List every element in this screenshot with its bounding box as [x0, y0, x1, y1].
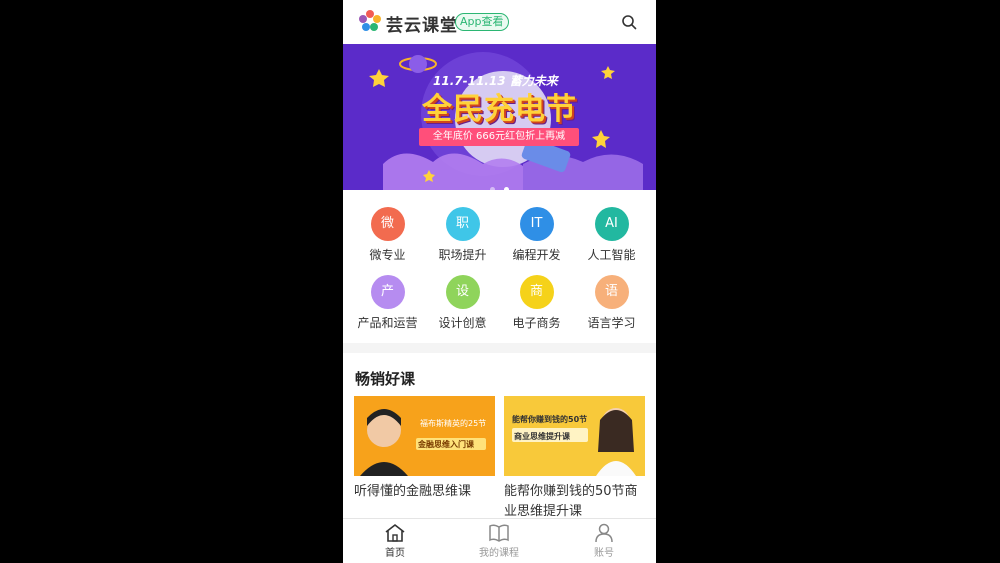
category-icon: IT — [519, 207, 554, 241]
category-ecommerce[interactable]: 商 电子商务 — [499, 270, 574, 330]
course-title[interactable]: 听得懂的金融思维课 — [354, 482, 495, 502]
course-card-finance[interactable]: 福布斯精英的25节 金融思维入门课 听得懂的金融思维课 — [354, 396, 495, 502]
course-title[interactable]: 能帮你赚到钱的50节商业思维提升课 — [504, 482, 645, 522]
category-label: 微专业 — [369, 248, 406, 262]
category-label: 人工智能 — [587, 248, 636, 262]
tab-my-courses[interactable]: 我的课程 — [447, 519, 551, 563]
carousel-dot-active[interactable] — [504, 187, 510, 190]
brand-name: 芸云课堂 — [386, 16, 458, 36]
search-icon[interactable] — [621, 14, 637, 30]
thumbnail-text-line2: 商业思维提升课 — [514, 432, 570, 441]
course-thumbnail-art — [354, 396, 495, 476]
category-label: 语言学习 — [587, 316, 636, 330]
category-icon: AI — [594, 207, 629, 241]
category-icon: 设 — [445, 275, 480, 309]
tab-account[interactable]: 账号 — [552, 519, 656, 563]
tab-label: 首页 — [385, 548, 405, 559]
user-icon — [595, 523, 613, 543]
phone-screen: 芸云课堂 App查看 11.7-11.13 蓄力未来 全民充电节 全年底价 66… — [343, 0, 656, 563]
category-micro-major[interactable]: 微 微专业 — [350, 202, 425, 262]
book-icon — [489, 524, 509, 542]
app-view-button[interactable]: App查看 — [455, 13, 509, 31]
thumbnail-text-line1: 能帮你赚到钱的50节 — [512, 415, 588, 424]
category-ai[interactable]: AI 人工智能 — [574, 202, 649, 262]
tab-label: 我的课程 — [479, 548, 519, 559]
category-icon: 商 — [519, 275, 554, 309]
course-thumbnail[interactable]: 福布斯精英的25节 金融思维入门课 — [354, 396, 495, 476]
category-design[interactable]: 设 设计创意 — [425, 270, 500, 330]
thumbnail-text-line2: 金融思维入门课 — [418, 440, 474, 449]
home-icon — [385, 524, 405, 542]
thumbnail-text-line1: 福布斯精英的25节 — [420, 419, 487, 428]
banner-title: 全民充电节 — [422, 92, 577, 127]
top-header: 芸云课堂 App查看 — [343, 0, 656, 45]
tab-label: 账号 — [594, 548, 614, 559]
carousel-dot[interactable] — [489, 187, 495, 190]
category-label: 职场提升 — [438, 248, 487, 262]
category-icon: 职 — [445, 207, 480, 241]
category-icon: 语 — [594, 275, 629, 309]
bottom-tab-bar: 首页 我的课程 账号 — [343, 518, 656, 563]
banner-subtitle: 全年底价 666元红包折上再减 — [419, 128, 579, 146]
carousel-dots[interactable] — [343, 177, 656, 190]
course-thumbnail[interactable]: 能帮你赚到钱的50节 商业思维提升课 — [504, 396, 645, 476]
category-product-ops[interactable]: 产 产品和运营 — [350, 270, 425, 330]
category-label: 编程开发 — [512, 248, 561, 262]
promo-banner[interactable]: 11.7-11.13 蓄力未来 全民充电节 全年底价 666元红包折上再减 — [343, 44, 656, 190]
category-label: 产品和运营 — [357, 316, 418, 330]
category-language[interactable]: 语 语言学习 — [574, 270, 649, 330]
category-career[interactable]: 职 职场提升 — [425, 202, 500, 262]
course-card-business[interactable]: 能帮你赚到钱的50节 商业思维提升课 能帮你赚到钱的50节商业思维提升课 — [504, 396, 645, 522]
category-icon: 产 — [370, 275, 405, 309]
logo-icon — [359, 10, 381, 31]
category-label: 设计创意 — [438, 316, 487, 330]
category-label: 电子商务 — [512, 316, 561, 330]
tab-home[interactable]: 首页 — [343, 519, 447, 563]
category-icon: 微 — [370, 207, 405, 241]
category-programming[interactable]: IT 编程开发 — [499, 202, 574, 262]
section-title: 畅销好课 — [355, 370, 416, 388]
section-divider — [343, 343, 656, 353]
